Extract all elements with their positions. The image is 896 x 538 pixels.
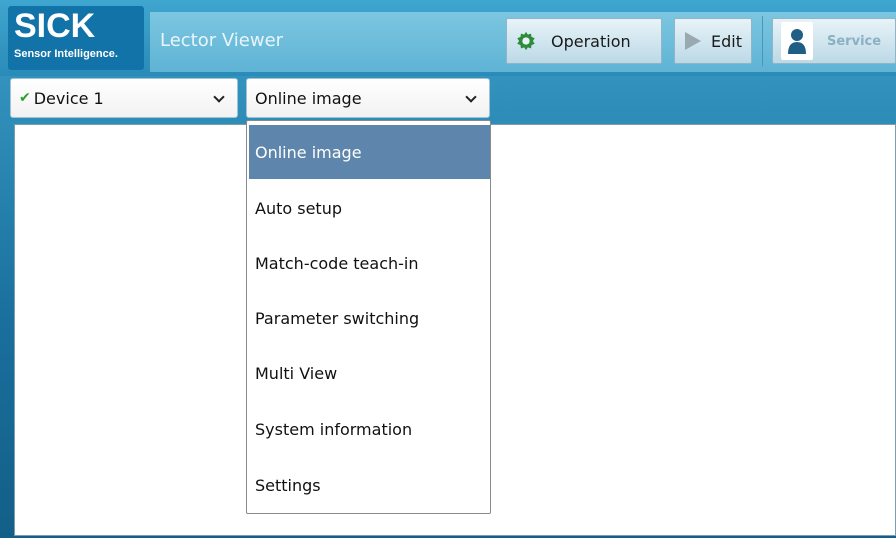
- service-label: Service: [827, 33, 882, 49]
- logo-wordmark: SICK: [14, 7, 96, 45]
- menu-item-auto-setup[interactable]: Auto setup: [249, 181, 490, 235]
- menu-item-settings[interactable]: Settings: [249, 458, 490, 512]
- header-divider: [762, 16, 763, 66]
- logo-tagline: Sensor Intelligence.: [14, 48, 118, 60]
- operation-button[interactable]: Operation: [506, 18, 662, 64]
- app-title: Lector Viewer: [150, 12, 496, 72]
- menu-item-system-information[interactable]: System information: [249, 402, 490, 456]
- device-select-value: Device 1: [33, 88, 104, 108]
- edit-label: Edit: [711, 31, 742, 51]
- view-select[interactable]: Online image: [246, 78, 490, 118]
- sick-logo: SICK Sensor Intelligence.: [8, 6, 144, 70]
- device-select[interactable]: ✔ Device 1: [10, 78, 238, 118]
- chevron-down-icon: [213, 91, 225, 103]
- gear-icon: [517, 31, 535, 51]
- menu-item-online-image[interactable]: Online image: [249, 125, 490, 179]
- menu-item-parameter-switching[interactable]: Parameter switching: [249, 291, 490, 345]
- view-dropdown-menu: Online image Auto setup Match-code teach…: [246, 120, 491, 514]
- menu-item-match-code-teach-in[interactable]: Match-code teach-in: [249, 236, 490, 290]
- check-icon: ✔: [19, 90, 31, 106]
- header-bar: SICK Sensor Intelligence. Lector Viewer …: [0, 0, 896, 76]
- view-select-value: Online image: [255, 88, 362, 108]
- operation-label: Operation: [551, 31, 631, 51]
- chevron-down-icon: [465, 91, 477, 103]
- header-button-area: Operation Edit Service: [496, 12, 896, 72]
- play-icon: [685, 32, 701, 50]
- user-icon: [781, 22, 813, 60]
- service-button[interactable]: Service: [772, 18, 896, 64]
- menu-item-multi-view[interactable]: Multi View: [249, 346, 490, 400]
- edit-button[interactable]: Edit: [674, 18, 752, 64]
